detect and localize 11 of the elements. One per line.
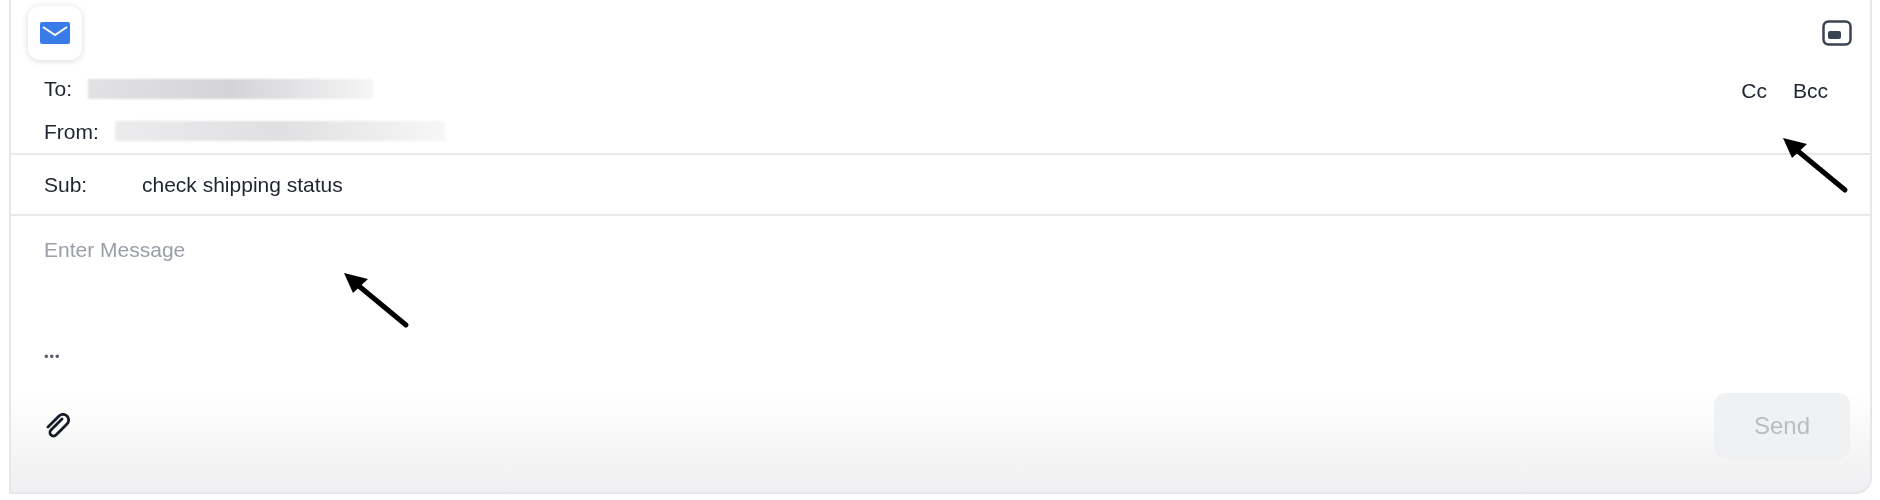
to-label: To:	[44, 76, 72, 102]
subject-value: check shipping status	[142, 171, 343, 198]
message-field[interactable]: Enter Message	[44, 234, 1837, 344]
from-label: From:	[44, 118, 99, 145]
more-options-button[interactable]: •••	[44, 349, 61, 364]
subject-label: Sub:	[44, 171, 89, 198]
paperclip-icon[interactable]	[44, 413, 72, 439]
cc-link[interactable]: Cc	[1741, 75, 1767, 153]
mail-app-icon[interactable]	[28, 6, 82, 60]
bcc-link[interactable]: Bcc	[1793, 75, 1828, 153]
minimize-icon[interactable]	[1822, 20, 1852, 46]
